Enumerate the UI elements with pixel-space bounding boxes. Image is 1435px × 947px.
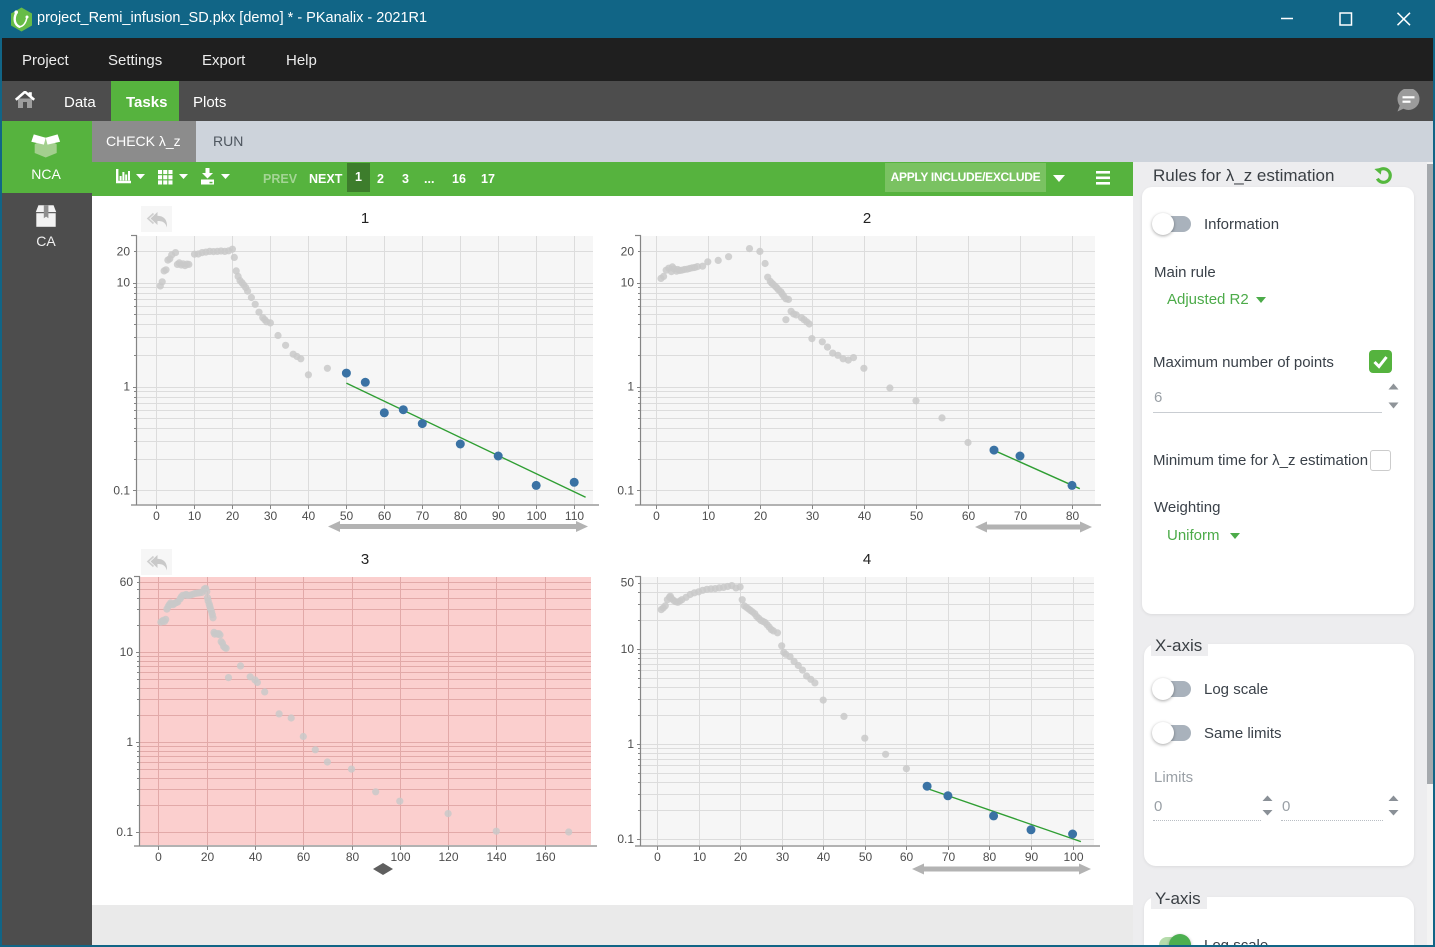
svg-text:1: 1 <box>123 380 130 394</box>
svg-text:20: 20 <box>117 244 131 258</box>
svg-text:4: 4 <box>863 551 871 568</box>
svg-text:1: 1 <box>627 380 634 394</box>
svg-text:1: 1 <box>126 735 133 749</box>
svg-text:1: 1 <box>627 737 634 751</box>
svg-text:50: 50 <box>910 509 924 523</box>
svg-text:110: 110 <box>565 509 584 523</box>
svg-text:30: 30 <box>776 850 790 864</box>
svg-text:90: 90 <box>1025 850 1039 864</box>
svg-text:0.1: 0.1 <box>116 825 133 839</box>
svg-text:80: 80 <box>346 850 360 864</box>
svg-text:0.1: 0.1 <box>617 832 634 846</box>
svg-text:40: 40 <box>817 850 831 864</box>
svg-text:30: 30 <box>806 509 820 523</box>
svg-text:20: 20 <box>754 509 768 523</box>
svg-text:30: 30 <box>264 509 278 523</box>
svg-text:60: 60 <box>900 850 914 864</box>
svg-text:2: 2 <box>863 210 871 227</box>
svg-text:40: 40 <box>249 850 263 864</box>
svg-text:80: 80 <box>1066 509 1080 523</box>
svg-text:80: 80 <box>983 850 997 864</box>
svg-text:60: 60 <box>297 850 311 864</box>
svg-text:10: 10 <box>621 642 635 656</box>
svg-text:70: 70 <box>416 509 430 523</box>
svg-text:80: 80 <box>454 509 468 523</box>
svg-text:10: 10 <box>188 509 202 523</box>
svg-text:120: 120 <box>438 850 458 864</box>
svg-text:60: 60 <box>120 575 134 589</box>
svg-text:160: 160 <box>535 850 555 864</box>
svg-text:10: 10 <box>702 509 716 523</box>
svg-text:0.1: 0.1 <box>113 484 130 498</box>
svg-text:60: 60 <box>378 509 392 523</box>
svg-text:50: 50 <box>340 509 354 523</box>
svg-text:20: 20 <box>201 850 215 864</box>
svg-text:0: 0 <box>653 509 660 523</box>
svg-text:40: 40 <box>858 509 872 523</box>
svg-text:70: 70 <box>942 850 956 864</box>
svg-text:3: 3 <box>361 551 369 568</box>
svg-text:10: 10 <box>621 276 635 290</box>
svg-text:10: 10 <box>117 276 131 290</box>
svg-text:100: 100 <box>1063 850 1083 864</box>
svg-text:0: 0 <box>153 509 160 523</box>
svg-text:40: 40 <box>302 509 316 523</box>
svg-text:100: 100 <box>390 850 410 864</box>
svg-text:10: 10 <box>120 645 134 659</box>
svg-text:0.1: 0.1 <box>617 484 634 498</box>
svg-text:140: 140 <box>486 850 506 864</box>
svg-text:60: 60 <box>962 509 976 523</box>
svg-text:20: 20 <box>226 509 240 523</box>
svg-text:70: 70 <box>1014 509 1028 523</box>
svg-text:0: 0 <box>155 850 162 864</box>
svg-text:20: 20 <box>734 850 748 864</box>
svg-text:1: 1 <box>361 210 369 227</box>
svg-text:100: 100 <box>526 509 546 523</box>
svg-text:50: 50 <box>621 576 635 590</box>
svg-text:0: 0 <box>654 850 661 864</box>
svg-text:20: 20 <box>621 244 635 258</box>
svg-text:50: 50 <box>859 850 873 864</box>
svg-text:10: 10 <box>693 850 707 864</box>
svg-text:90: 90 <box>492 509 506 523</box>
